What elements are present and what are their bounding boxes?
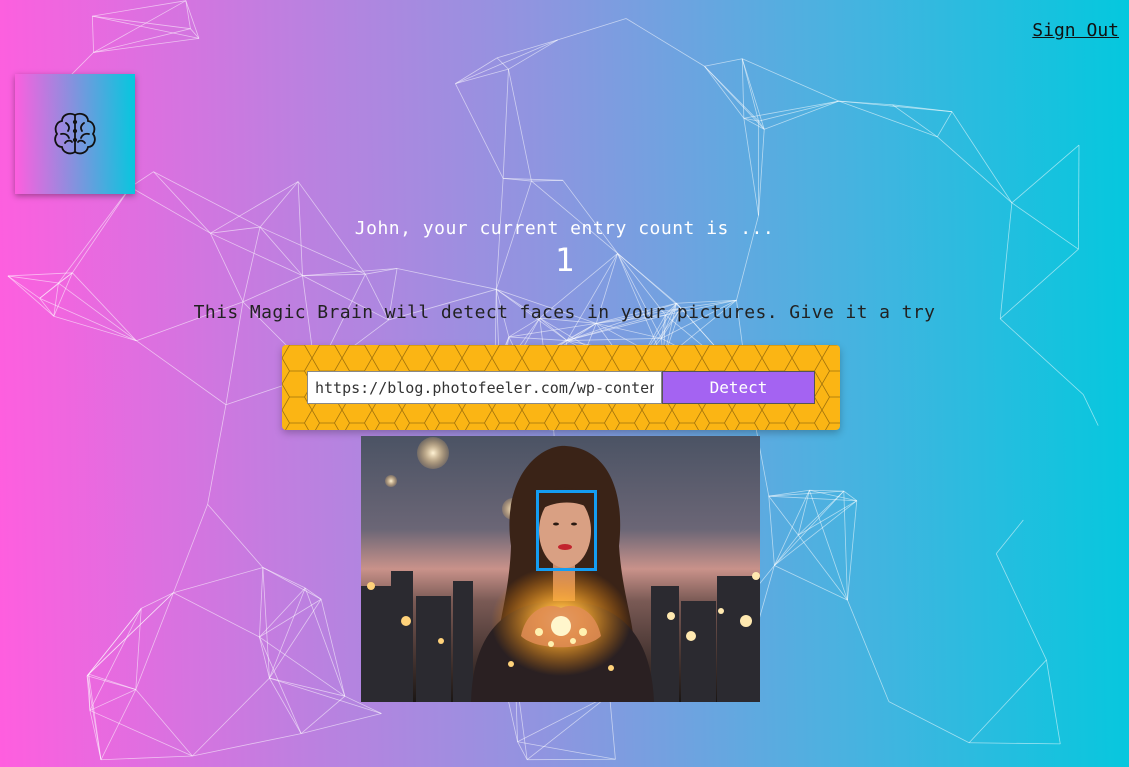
particle-link (968, 659, 1047, 744)
particle-link (89, 710, 102, 760)
particle-link (259, 587, 306, 638)
particle-link (517, 741, 616, 760)
particle-link (502, 69, 509, 179)
particle-link (888, 701, 970, 744)
particle-link (526, 694, 610, 761)
particle-link (86, 608, 142, 677)
particle-link (173, 567, 263, 594)
particle-link (774, 490, 810, 566)
particle-link (847, 599, 890, 702)
detect-button[interactable]: Detect (662, 371, 815, 404)
input-image (361, 436, 760, 702)
particle-link (892, 104, 953, 113)
particle-link (508, 69, 532, 182)
particle-link (7, 275, 40, 299)
particle-link (91, 16, 94, 53)
particle-link (87, 675, 136, 690)
logo (15, 74, 135, 194)
particle-link (135, 689, 193, 757)
particle-link (207, 404, 227, 505)
particle-link (704, 65, 745, 119)
face-bounding-box (536, 490, 597, 571)
particle-link (173, 504, 208, 593)
particle-link (304, 587, 346, 697)
particle-link (207, 504, 264, 568)
particle-link (100, 755, 193, 761)
particle-link (742, 58, 840, 102)
particle-link (93, 38, 199, 53)
particle-link (89, 710, 193, 757)
particle-link (758, 129, 765, 216)
particle-link (768, 495, 799, 536)
particle-link (259, 598, 322, 638)
particle-link (838, 100, 938, 138)
particle-link (774, 565, 848, 601)
particle-link (92, 15, 191, 30)
particle-link (557, 18, 627, 41)
particle-link (936, 111, 953, 138)
particle-link (508, 39, 558, 70)
particle-link (531, 179, 563, 182)
particle-link (93, 28, 191, 53)
sign-out-link[interactable]: Sign Out (1032, 20, 1119, 41)
particle-link (704, 58, 743, 67)
particle-link (92, 15, 200, 39)
particle-link (704, 65, 765, 130)
particle-link (567, 337, 662, 341)
particle-link (192, 733, 302, 757)
particle-link (185, 0, 191, 29)
particle-link (320, 599, 346, 697)
particle-link (242, 275, 303, 303)
particle-link (89, 608, 142, 711)
particle-link (764, 100, 840, 130)
particle-link (741, 58, 760, 122)
particle-link (741, 58, 745, 119)
particle-link (1046, 659, 1061, 744)
particle-link (609, 694, 616, 760)
entry-count-value: 1 (554, 241, 575, 279)
particle-link (86, 675, 102, 760)
particle-link (455, 83, 504, 179)
particle-link (455, 57, 498, 84)
particle-link (625, 18, 705, 67)
particle-link (508, 336, 568, 341)
particle-link (185, 0, 200, 39)
particle-link (173, 592, 260, 638)
particle-link (89, 689, 136, 711)
image-url-input[interactable] (307, 371, 662, 404)
particle-link (100, 689, 137, 760)
particle-link (995, 519, 1024, 554)
particle-link (995, 553, 1047, 661)
entry-count-message: John, your current entry count is ... (354, 218, 775, 239)
particle-link (768, 496, 775, 566)
particle-link (797, 534, 848, 601)
particle-link (969, 742, 1061, 745)
particle-link (262, 567, 322, 600)
particle-link (496, 39, 558, 59)
particle-link (135, 592, 174, 690)
particle-link (758, 100, 839, 122)
particle-link (774, 490, 845, 566)
particle-link (809, 490, 848, 601)
particle-link (999, 318, 1084, 395)
particle-link (455, 39, 558, 85)
particle-link (1011, 144, 1080, 204)
particle-link (86, 592, 174, 677)
particle-link (39, 282, 59, 299)
particle-link (809, 489, 844, 492)
particle-link (768, 489, 810, 497)
particle-link (262, 567, 306, 589)
particle-link (192, 677, 270, 757)
particle-link (1082, 394, 1099, 426)
particle-link (797, 490, 810, 536)
brain-icon (54, 112, 96, 155)
particle-link (743, 118, 759, 216)
particle-link (847, 500, 858, 601)
particle-link (455, 68, 509, 85)
particle-link (259, 567, 264, 638)
particle-link (136, 340, 227, 406)
image-link-form: Detect (282, 345, 840, 430)
particle-link (262, 567, 270, 679)
tagline: This Magic Brain will detect faces in yo… (193, 302, 936, 323)
